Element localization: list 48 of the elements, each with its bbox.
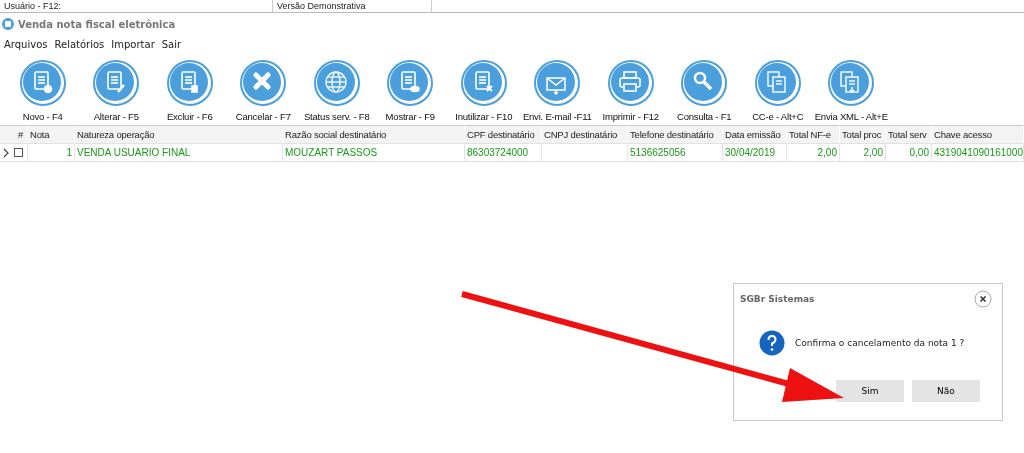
table-cell: 86303724000 xyxy=(465,144,542,161)
menu-item[interactable]: Arquivos xyxy=(4,39,48,55)
table-cell: 5136625056 xyxy=(628,144,723,161)
toolbar-button[interactable]: Mostrar - F9 xyxy=(373,59,447,125)
table-cell: 4319041090161000 xyxy=(932,144,1024,161)
close-icon[interactable] xyxy=(974,290,992,308)
toolbar-button[interactable]: CC-e - Alt+C xyxy=(741,59,815,125)
toolbar-button[interactable]: Novo - F4 xyxy=(6,59,80,125)
column-header[interactable]: Natureza operação xyxy=(75,126,283,143)
table-cell: MOUZART PASSOS xyxy=(283,144,465,161)
table-cell: 30/04/2019 xyxy=(723,144,787,161)
column-header[interactable]: Total NF-e xyxy=(787,126,840,143)
column-header[interactable]: Nota xyxy=(28,126,75,143)
menu-item[interactable]: Sair xyxy=(161,39,182,55)
table-cell: VENDA USUARIO FINAL xyxy=(75,144,283,161)
column-header[interactable]: Razão social destinatário xyxy=(283,126,465,143)
column-header[interactable]: Total serv xyxy=(886,126,932,143)
user-label: Usuário - F12: xyxy=(3,0,63,12)
toolbar-button[interactable]: Envi. E-mail -F11 xyxy=(520,59,594,125)
toolbar-button[interactable]: Inutilizar - F10 xyxy=(447,59,521,125)
column-header[interactable]: Data emissão xyxy=(723,126,787,143)
column-header[interactable]: CNPJ destinatário xyxy=(542,126,628,143)
toolbar-button[interactable]: Cancelar - F7 xyxy=(226,59,300,125)
toolbar-button[interactable]: Consulta - F1 xyxy=(667,59,741,125)
question-icon xyxy=(759,330,785,356)
toolbar-button[interactable]: Excluir - F6 xyxy=(153,59,227,125)
column-header[interactable]: Total proc xyxy=(840,126,886,143)
menu-item[interactable]: Importar xyxy=(111,39,155,55)
menu-item[interactable]: Relatórios xyxy=(54,39,105,55)
version-label: Versão Demonstrativa xyxy=(272,0,432,12)
window-title: Venda nota fiscal eletrônica xyxy=(18,18,176,30)
toolbar-button[interactable]: Alterar - F5 xyxy=(79,59,153,125)
table-cell: 2,00 xyxy=(840,144,886,161)
dialog-button[interactable]: Não xyxy=(912,380,980,402)
column-header[interactable]: CPF destinatário xyxy=(465,126,542,143)
table-cell: 1 xyxy=(28,144,75,161)
toolbar-button[interactable]: Envia XML - Alt+E xyxy=(814,59,888,125)
toolbar-button[interactable]: Status serv. - F8 xyxy=(300,59,374,125)
dialog-message: Confirma o cancelamento da nota 1 ? xyxy=(795,338,965,348)
column-header[interactable]: Chave acesso xyxy=(932,126,1024,143)
row-checkbox[interactable] xyxy=(14,148,23,157)
dialog-button[interactable]: Sim xyxy=(836,380,904,402)
toolbar-button[interactable]: Imprimir - F12 xyxy=(594,59,668,125)
column-header[interactable]: # xyxy=(0,126,28,143)
column-header[interactable]: Telefone destinatário xyxy=(628,126,723,143)
dialog-title: SGBr Sistemas xyxy=(740,294,815,304)
table-cell: 0,00 xyxy=(886,144,932,161)
table-cell: 2,00 xyxy=(787,144,840,161)
